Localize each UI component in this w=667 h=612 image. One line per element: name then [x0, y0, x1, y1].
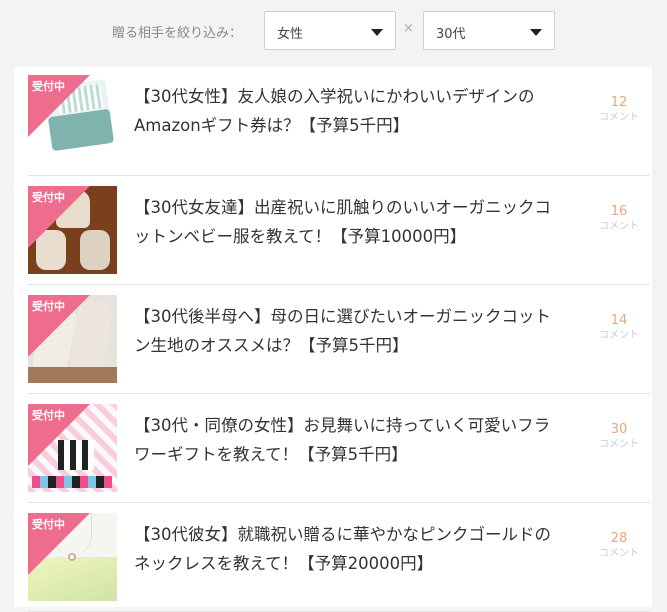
- comment-count: 12 コメント: [584, 95, 654, 125]
- comment-count-number: 14: [610, 313, 628, 328]
- chevron-down-icon: [530, 29, 542, 36]
- status-badge-label: 受付中: [32, 300, 65, 313]
- filter-bar: 贈る相手を絞り込み： 女性 × 30代: [0, 0, 667, 64]
- comment-count-label: コメント: [599, 548, 639, 559]
- list-item[interactable]: 受付中 【30代女友達】出産祝いに肌触りのいいオーガニックコットンベビー服を教え…: [28, 176, 650, 285]
- chevron-down-icon: [371, 29, 383, 36]
- comment-count-number: 16: [610, 204, 628, 219]
- status-badge-label: 受付中: [32, 409, 65, 422]
- item-thumbnail: 受付中: [28, 513, 117, 601]
- filter-label: 贈る相手を絞り込み：: [112, 26, 243, 41]
- item-title[interactable]: 【30代・同僚の女性】お見舞いに持っていく可愛いフラワーギフトを教えて！【予算5…: [134, 411, 554, 469]
- age-select[interactable]: 30代: [423, 11, 555, 50]
- item-thumbnail: 受付中: [28, 75, 117, 163]
- comment-count-label: コメント: [599, 221, 639, 232]
- item-thumbnail: 受付中: [28, 186, 117, 274]
- comment-count: 28 コメント: [584, 531, 654, 561]
- comment-count-label: コメント: [599, 439, 639, 450]
- comment-count-label: コメント: [599, 330, 639, 341]
- item-thumbnail: 受付中: [28, 404, 117, 492]
- comment-count-number: 12: [610, 95, 628, 110]
- item-title[interactable]: 【30代後半母へ】母の日に選びたいオーガニックコットン生地のオススメは？【予算5…: [134, 302, 554, 360]
- comment-count-number: 28: [610, 531, 628, 546]
- comment-count-number: 30: [610, 422, 628, 437]
- comment-count: 14 コメント: [584, 313, 654, 343]
- item-thumbnail: 受付中: [28, 295, 117, 383]
- item-title[interactable]: 【30代彼女】就職祝い贈るに華やかなピンクゴールドのネックレスを教えて！【予算2…: [134, 520, 554, 578]
- question-list: 受付中 【30代女性】友人娘の入学祝いにかわいいデザインのAmazonギフト券は…: [14, 67, 654, 612]
- status-badge-label: 受付中: [32, 191, 65, 204]
- list-item[interactable]: 受付中 【30代・同僚の女性】お見舞いに持っていく可愛いフラワーギフトを教えて！…: [28, 394, 650, 503]
- list-item[interactable]: 受付中 【30代女性】友人娘の入学祝いにかわいいデザインのAmazonギフト券は…: [28, 67, 650, 176]
- list-item[interactable]: 受付中 【30代後半母へ】母の日に選びたいオーガニックコットン生地のオススメは？…: [28, 285, 650, 394]
- status-badge-label: 受付中: [32, 518, 65, 531]
- status-badge-label: 受付中: [32, 80, 65, 93]
- comment-count-label: コメント: [599, 112, 639, 123]
- item-title[interactable]: 【30代女友達】出産祝いに肌触りのいいオーガニックコットンベビー服を教えて！【予…: [134, 193, 554, 251]
- filter-separator: ×: [403, 21, 414, 36]
- gender-select[interactable]: 女性: [264, 11, 396, 50]
- comment-count: 30 コメント: [584, 422, 654, 452]
- comment-count: 16 コメント: [584, 204, 654, 234]
- item-title[interactable]: 【30代女性】友人娘の入学祝いにかわいいデザインのAmazonギフト券は？【予算…: [134, 82, 554, 140]
- age-select-value: 30代: [436, 27, 466, 42]
- gender-select-value: 女性: [277, 27, 304, 42]
